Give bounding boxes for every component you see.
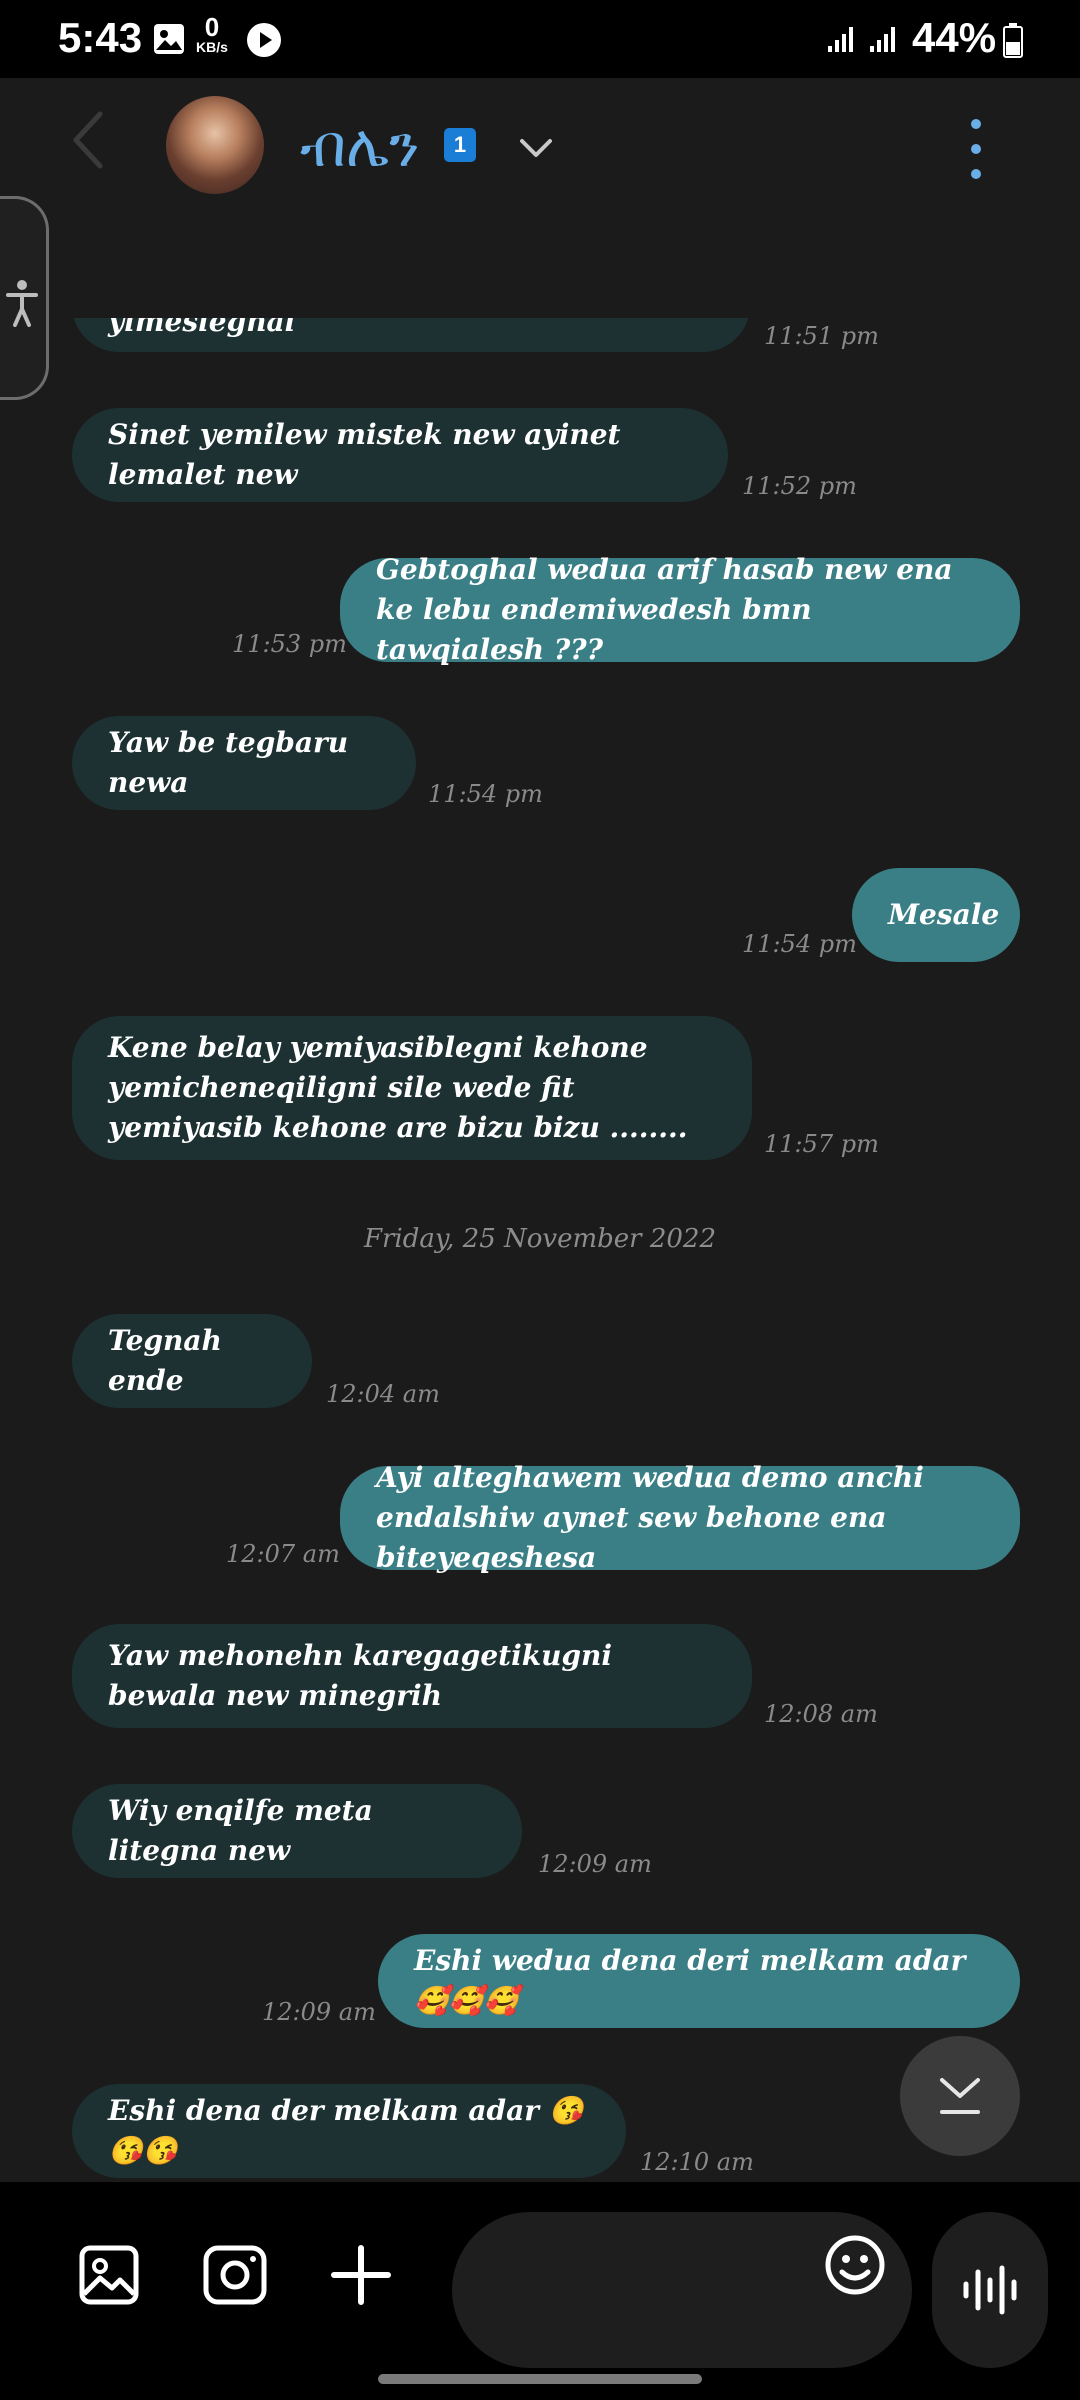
message-bubble[interactable]: Sinet yemilew mistek new ayinet lemalet … <box>72 408 728 502</box>
message-bubble[interactable]: Mesale <box>852 868 1020 962</box>
message-time: 12:09 am <box>538 1850 652 1878</box>
net-speed-unit: KB/s <box>196 39 228 55</box>
home-indicator[interactable] <box>378 2374 702 2384</box>
status-time: 5:43 <box>58 14 143 61</box>
date-separator: Friday, 25 November 2022 <box>363 1224 717 1254</box>
signal-1-icon <box>828 27 853 52</box>
chevron-down-icon[interactable] <box>516 128 556 168</box>
message-text: Gebtoghal wedua arif hasab new ena ke le… <box>376 553 953 666</box>
message-text: Yaw be tegbaru newa <box>108 726 349 799</box>
emoji-icon[interactable] <box>822 2232 888 2298</box>
message-bubble[interactable]: Gebtoghal wedua arif hasab new ena ke le… <box>340 553 1020 666</box>
camera-icon[interactable] <box>190 2230 280 2320</box>
message-text: Yaw mehonehn karegagetikugni bewala new … <box>108 1639 613 1712</box>
net-speed-value: 0 <box>204 12 220 42</box>
scroll-down-icon <box>940 2078 980 2114</box>
gallery-icon[interactable] <box>64 2230 154 2320</box>
message-bubble[interactable]: yimesiegnal <box>72 318 750 352</box>
status-bar: 5:43 0 KB/s 44% <box>0 0 1080 78</box>
message-bubble[interactable]: Eshi wedua dena deri melkam adar 🥰🥰🥰 <box>378 1934 1020 2028</box>
message-text: Wiy enqilfe meta litegna new <box>108 1794 373 1867</box>
message-bubble[interactable]: Kene belay yemiyasiblegni kehone yemiche… <box>72 1016 752 1160</box>
voice-icon <box>963 2265 1017 2315</box>
message-bubble[interactable]: Ayi alteghawem wedua demo anchi endalshi… <box>340 1461 1020 1574</box>
back-icon[interactable] <box>68 110 108 170</box>
message-list: yimesiegnal 11:51 pm Sinet yemilew miste… <box>0 318 1080 2180</box>
message-time: 11:52 pm <box>742 472 857 500</box>
message-bubble[interactable]: Eshi dena der melkam adar 😘😘😘 <box>72 2084 626 2178</box>
message-time: 11:54 pm <box>742 930 857 958</box>
message-bubble[interactable]: Wiy enqilfe meta litegna new <box>72 1784 522 1878</box>
message-time: 11:51 pm <box>764 322 879 350</box>
play-notification-icon <box>247 23 281 57</box>
plus-icon[interactable] <box>316 2230 406 2320</box>
message-text: Kene belay yemiyasiblegni kehone yemiche… <box>108 1031 688 1144</box>
voice-record-button[interactable] <box>932 2212 1048 2368</box>
message-text: yimesiegnal <box>108 318 296 338</box>
message-time: 12:08 am <box>764 1700 878 1728</box>
message-time: 12:10 am <box>640 2148 754 2176</box>
message-text: Mesale <box>888 898 1000 931</box>
message-time: 11:53 pm <box>232 630 347 658</box>
message-input[interactable] <box>490 2250 794 2332</box>
message-time: 11:57 pm <box>764 1130 879 1158</box>
message-time: 12:04 am <box>326 1380 440 1408</box>
scroll-to-bottom-button[interactable] <box>900 2036 1020 2156</box>
message-text: Ayi alteghawem wedua demo anchi endalshi… <box>376 1461 924 1574</box>
chat-header <box>0 78 1080 318</box>
unread-badge: 1 <box>444 128 476 162</box>
message-text: Eshi dena der melkam adar 😘😘😘 <box>108 2094 584 2167</box>
message-time: 12:07 am <box>226 1540 340 1568</box>
more-vert-icon[interactable] <box>956 116 996 182</box>
battery-percent: 44% <box>912 14 997 61</box>
message-bubble[interactable]: Tegnah ende <box>72 1314 312 1408</box>
message-time: 12:09 am <box>262 1998 376 2026</box>
contact-name[interactable]: ብሌን <box>300 112 419 181</box>
contact-avatar[interactable] <box>166 96 264 194</box>
net-speed: 0 KB/s <box>196 14 228 54</box>
battery-icon <box>1003 23 1023 58</box>
message-bubble[interactable]: Yaw mehonehn karegagetikugni bewala new … <box>72 1624 752 1728</box>
signal-2-icon <box>870 27 895 52</box>
message-bubble[interactable]: Yaw be tegbaru newa <box>72 716 416 810</box>
message-text: Eshi wedua dena deri melkam adar 🥰🥰🥰 <box>414 1944 966 2017</box>
message-text: Tegnah ende <box>108 1324 222 1397</box>
message-text: Sinet yemilew mistek new ayinet lemalet … <box>108 418 621 491</box>
image-notification-icon <box>154 24 184 54</box>
message-time: 11:54 pm <box>428 780 543 808</box>
